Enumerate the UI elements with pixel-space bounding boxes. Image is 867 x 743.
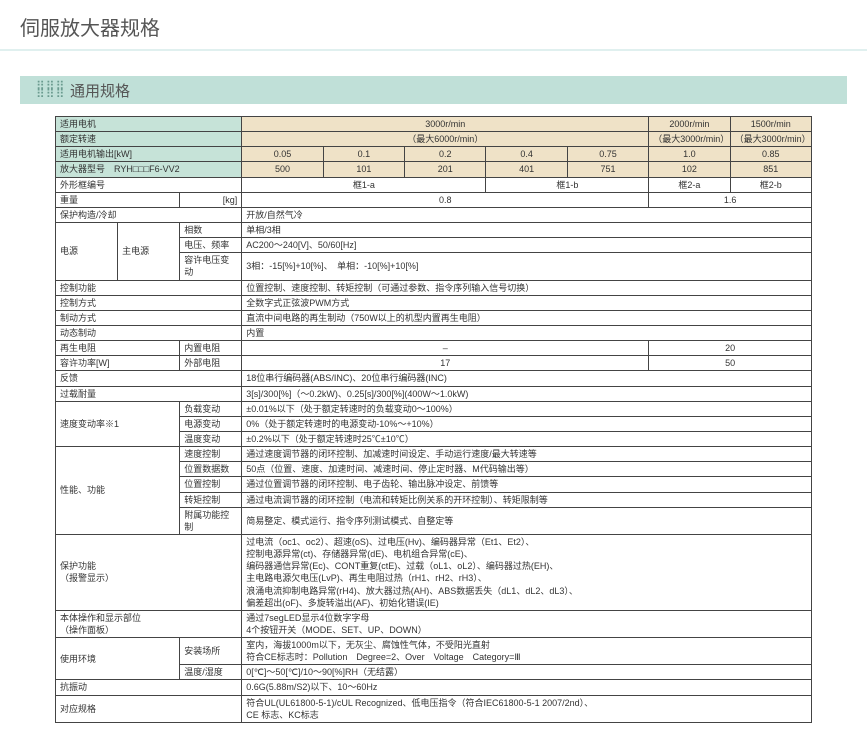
cell-phase-label: 相数 (180, 222, 242, 237)
cell-weight-label: 重量 (56, 192, 180, 207)
cell-power-4: 0.75 (567, 147, 648, 162)
cell-rated-label: 额定转速 (56, 132, 242, 147)
cell-phase-val: 单相/3相 (242, 222, 812, 237)
cell-loadvar-val: ±0.01%以下（处于额定转速时的负载变动0～100%） (242, 401, 812, 416)
cell-brake-val: 直流中间电路的再生制动（750W以上的机型内置再生电阻） (242, 310, 812, 325)
cell-power-0: 0.05 (242, 147, 323, 162)
cell-amp-3: 401 (486, 162, 567, 177)
cell-vibr-label: 抗振动 (56, 680, 242, 695)
cell-pwrvar-val: 0%（处于额定转速时的电源变动-10%～+10%） (242, 416, 812, 431)
cell-posdata-label: 位置数据数 (180, 462, 242, 477)
cell-std-label: 对应规格 (56, 695, 242, 722)
cell-frame-0: 框1-a (242, 177, 486, 192)
cell-temp-label: 温度/湿度 (180, 665, 242, 680)
cell-dynbrake-val: 内置 (242, 325, 812, 340)
cell-power-1: 0.1 (323, 147, 404, 162)
cell-rated-1500: （最大3000r/min） (730, 132, 811, 147)
cell-power-3: 0.4 (486, 147, 567, 162)
section-header: ⠿⠿⠿⠿⠿⠿ 通用规格 (0, 76, 867, 104)
spec-table: 适用电机 3000r/min 2000r/min 1500r/min 额定转速 … (55, 116, 812, 723)
cell-rated-3000: （最大6000r/min） (242, 132, 649, 147)
page-title: 伺服放大器规格 (0, 0, 867, 51)
cell-amp-6: 851 (730, 162, 811, 177)
cell-amp-2: 201 (405, 162, 486, 177)
cell-src-label: 电源 (56, 222, 118, 280)
cell-std-val: 符合UL(UL61800-5-1)/cUL Recognized、低电压指令（符… (242, 695, 812, 722)
cell-weight-1: 1.6 (649, 192, 812, 207)
cell-torqctrl-label: 转矩控制 (180, 492, 242, 507)
cell-posdata-val: 50点（位置、速度、加速时间、减速时间、停止定时器、M代码输出等） (242, 462, 812, 477)
cell-perf-label: 性能、功能 (56, 447, 180, 535)
cell-weight-0: 0.8 (242, 192, 649, 207)
cell-motor-3000: 3000r/min (242, 117, 649, 132)
cell-posctrl-label: 位置控制 (180, 477, 242, 492)
cell-vibr-val: 0.6G(5.88m/S2)以下、10～60Hz (242, 680, 812, 695)
cell-voltvar-val: 3相：-15[%]+10[%]、 单相：-10[%]+10[%] (242, 253, 812, 280)
cell-loadvar-label: 负载变动 (180, 401, 242, 416)
cell-voltvar-label: 容许电压变动 (180, 253, 242, 280)
cell-env-label: 使用环境 (56, 638, 180, 680)
cell-cool-label: 保护构造/冷却 (56, 207, 242, 222)
cell-amp-0: 500 (242, 162, 323, 177)
cell-speedctrl-val: 通过速度调节器的闭环控制、加减速时间设定、手动运行速度/最大转速等 (242, 447, 812, 462)
cell-motor-1500: 1500r/min (730, 117, 811, 132)
cell-frame-label: 外形框编号 (56, 177, 242, 192)
cell-protect-val: 过电流（oc1、oc2）、超速(oS)、过电压(Hv)、编码器异常（Et1、Et… (242, 534, 812, 610)
cell-amp-5: 102 (649, 162, 730, 177)
cell-ctrlfn-label: 控制功能 (56, 280, 242, 295)
cell-rated-2000: （最大3000r/min） (649, 132, 730, 147)
cell-protect-label: 保护功能 （报警显示） (56, 534, 242, 610)
dots-icon: ⠿⠿⠿⠿⠿⠿ (36, 82, 60, 98)
cell-regen-int-left: – (242, 341, 649, 356)
cell-weight-unit: [kg] (180, 192, 242, 207)
cell-dynbrake-label: 动态制动 (56, 325, 242, 340)
cell-power-2: 0.2 (405, 147, 486, 162)
cell-overload-val: 3[s]/300[%]（～0.2kW)、0.25[s]/300[%](400W～… (242, 386, 812, 401)
cell-ctrlmethod-val: 全数字式正弦波PWM方式 (242, 295, 812, 310)
cell-regen-label: 再生电阻 (56, 341, 180, 356)
cell-allowW-left: 17 (242, 356, 649, 371)
cell-disp-val: 通过7segLED显示4位数字字母 4个按钮开关（MODE、SET、UP、DOW… (242, 610, 812, 637)
cell-install-val: 室内，海拔1000m以下，无灰尘、腐蚀性气体，不受阳光直射 符合CE标志时：Po… (242, 638, 812, 665)
cell-motor-label: 适用电机 (56, 117, 242, 132)
cell-feedback-label: 反馈 (56, 371, 242, 386)
cell-frame-2: 框2-a (649, 177, 730, 192)
cell-tempvar-label: 温度变动 (180, 431, 242, 446)
cell-auxfn-val: 简易整定、模式运行、指令序列测试模式、自整定等 (242, 507, 812, 534)
cell-allowW-ext-label: 外部电阻 (180, 356, 242, 371)
cell-main-label: 主电源 (118, 222, 180, 280)
cell-cool-val: 开放/自然气冷 (242, 207, 812, 222)
cell-pwrvar-label: 电源变动 (180, 416, 242, 431)
cell-speedvar-label: 速度变动率※1 (56, 401, 180, 446)
cell-tempvar-val: ±0.2%以下（处于额定转速时25℃±10℃） (242, 431, 812, 446)
cell-regen-int-right: 20 (649, 341, 812, 356)
cell-frame-1: 框1-b (486, 177, 649, 192)
cell-regen-int-label: 内置电阻 (180, 341, 242, 356)
cell-ctrlfn-val: 位置控制、速度控制、转矩控制（可通过参数、指令序列输入信号切换） (242, 280, 812, 295)
cell-brake-label: 制动方式 (56, 310, 242, 325)
cell-amp-1: 101 (323, 162, 404, 177)
section-title: 通用规格 (70, 80, 130, 101)
cell-temp-val: 0[℃]～50[℃]/10～90[%]RH（无结露） (242, 665, 812, 680)
cell-power-6: 0.85 (730, 147, 811, 162)
cell-install-label: 安装场所 (180, 638, 242, 665)
cell-amp-4: 751 (567, 162, 648, 177)
cell-power-label: 适用电机输出[kW] (56, 147, 242, 162)
cell-auxfn-label: 附属功能控制 (180, 507, 242, 534)
cell-power-5: 1.0 (649, 147, 730, 162)
cell-ctrlmethod-label: 控制方式 (56, 295, 242, 310)
cell-volt-label: 电压、频率 (180, 238, 242, 253)
cell-overload-label: 过载耐量 (56, 386, 242, 401)
cell-allowW-label: 容许功率[W] (56, 356, 180, 371)
cell-volt-val: AC200～240[V]、50/60[Hz] (242, 238, 812, 253)
cell-allowW-right: 50 (649, 356, 812, 371)
cell-motor-2000: 2000r/min (649, 117, 730, 132)
cell-feedback-val: 18位串行编码器(ABS/INC)、20位串行编码器(INC) (242, 371, 812, 386)
cell-frame-3: 框2-b (730, 177, 811, 192)
cell-amp-label: 放大器型号 RYH□□□F6-VV2 (56, 162, 242, 177)
cell-speedctrl-label: 速度控制 (180, 447, 242, 462)
cell-posctrl-val: 通过位置调节器的闭环控制、电子齿轮、输出脉冲设定、前馈等 (242, 477, 812, 492)
cell-disp-label: 本体操作和显示部位 （操作面板） (56, 610, 242, 637)
cell-torqctrl-val: 通过电流调节器的闭环控制（电流和转矩比例关系的开环控制）、转矩限制等 (242, 492, 812, 507)
